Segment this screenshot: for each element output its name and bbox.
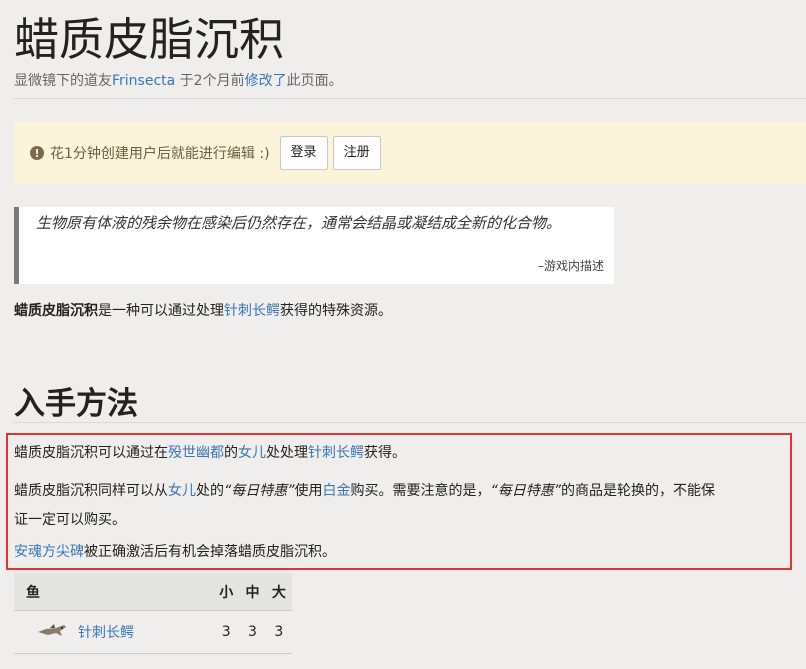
page-meta: 显微镜下的道友Frinsecta 于2个月前修改了此页面。 bbox=[14, 70, 343, 90]
login-button[interactable]: 登录 bbox=[279, 136, 328, 170]
daily-deals-text-2: “每日特惠” bbox=[490, 483, 562, 499]
quote-source: –游戏内描述 bbox=[537, 259, 604, 273]
p2-text-a: 蜡质皮脂沉积同样可以从 bbox=[14, 483, 168, 499]
cell-medium: 3 bbox=[239, 610, 266, 654]
obelisk-link[interactable]: 安魂方尖碑 bbox=[14, 544, 84, 560]
obtain-paragraph-1: 蜡质皮脂沉积可以通过在殁世幽都的女儿处处理针刺长鳄获得。 bbox=[14, 442, 406, 462]
cell-large: 3 bbox=[265, 610, 292, 654]
p2-text-d: 购买。需要注意的是， bbox=[350, 483, 491, 499]
header-small: 小 bbox=[213, 573, 240, 611]
meta-suffix: 此页面。 bbox=[286, 73, 343, 89]
warning-icon: ! bbox=[30, 146, 44, 160]
cell-small: 3 bbox=[213, 610, 240, 654]
intro-fish-link[interactable]: 针刺长鳄 bbox=[224, 303, 280, 319]
page-title: 蜡质皮脂沉积 bbox=[14, 13, 285, 66]
edit-notice: ! 花1分钟创建用户后就能进行编辑 :) 登录 注册 bbox=[14, 122, 806, 184]
header-large: 大 bbox=[265, 573, 292, 611]
p3-text: 被正确激活后有机会掉落蜡质皮脂沉积。 bbox=[84, 544, 336, 560]
daughter-link[interactable]: 女儿 bbox=[238, 445, 266, 461]
header-medium: 中 bbox=[239, 573, 266, 611]
meta-prefix: 显微镜下的道友 bbox=[14, 73, 112, 89]
intro-paragraph: 蜡质皮脂沉积是一种可以通过处理针刺长鳄获得的特殊资源。 bbox=[14, 300, 392, 320]
title-divider bbox=[14, 98, 806, 99]
table-fish-link[interactable]: 针刺长鳄 bbox=[78, 625, 134, 641]
fish-cell: 针刺长鳄 bbox=[14, 610, 214, 654]
obtain-paragraph-2: 蜡质皮脂沉积同样可以从女儿处的“每日特惠”使用白金购买。需要注意的是，“每日特惠… bbox=[14, 480, 715, 500]
p1-text-a: 蜡质皮脂沉积可以通过在 bbox=[14, 445, 168, 461]
fish-table: 鱼 小 中 大 针刺长鳄 3 3 3 bbox=[14, 573, 292, 654]
p1-text-b: 的 bbox=[224, 445, 238, 461]
daughter-link-2[interactable]: 女儿 bbox=[168, 483, 196, 499]
p2-text-e: 的商品是轮换的，不能保 bbox=[561, 483, 716, 499]
intro-bold: 蜡质皮脂沉积 bbox=[14, 303, 98, 319]
fish-link[interactable]: 针刺长鳄 bbox=[308, 445, 364, 461]
notice-text: 花1分钟创建用户后就能进行编辑 :) bbox=[50, 146, 270, 162]
location-link[interactable]: 殁世幽都 bbox=[168, 445, 224, 461]
quote-text: 生物原有体液的残余物在感染后仍然存在，通常会结晶或凝结成全新的化合物。 bbox=[36, 214, 562, 232]
obtain-paragraph-3: 安魂方尖碑被正确激活后有机会掉落蜡质皮脂沉积。 bbox=[14, 541, 336, 561]
intro-text-end: 获得的特殊资源。 bbox=[280, 303, 392, 319]
header-fish: 鱼 bbox=[14, 573, 214, 611]
p1-text-d: 获得。 bbox=[364, 445, 406, 461]
section-heading: 入手方法 bbox=[14, 386, 138, 422]
table-row: 针刺长鳄 3 3 3 bbox=[14, 610, 292, 654]
obtain-paragraph-2-cont: 证一定可以购买。 bbox=[14, 512, 126, 528]
meta-middle: 于2个月前 bbox=[175, 73, 245, 89]
section-divider bbox=[14, 422, 806, 423]
description-quote: 生物原有体液的残余物在感染后仍然存在，通常会结晶或凝结成全新的化合物。 –游戏内… bbox=[14, 207, 614, 284]
fish-icon bbox=[36, 623, 68, 643]
daily-deals-text: “每日特惠” bbox=[224, 483, 295, 499]
intro-text: 是一种可以通过处理 bbox=[98, 303, 224, 319]
p1-text-c: 处处理 bbox=[266, 445, 308, 461]
register-button[interactable]: 注册 bbox=[332, 136, 381, 170]
user-link[interactable]: Frinsecta bbox=[112, 73, 175, 89]
history-link[interactable]: 修改了 bbox=[245, 73, 287, 89]
table-header-row: 鱼 小 中 大 bbox=[14, 573, 292, 611]
p2-text-c: 使用 bbox=[294, 483, 323, 499]
p2-text-b: 处的 bbox=[196, 483, 224, 499]
platinum-link[interactable]: 白金 bbox=[323, 483, 351, 499]
